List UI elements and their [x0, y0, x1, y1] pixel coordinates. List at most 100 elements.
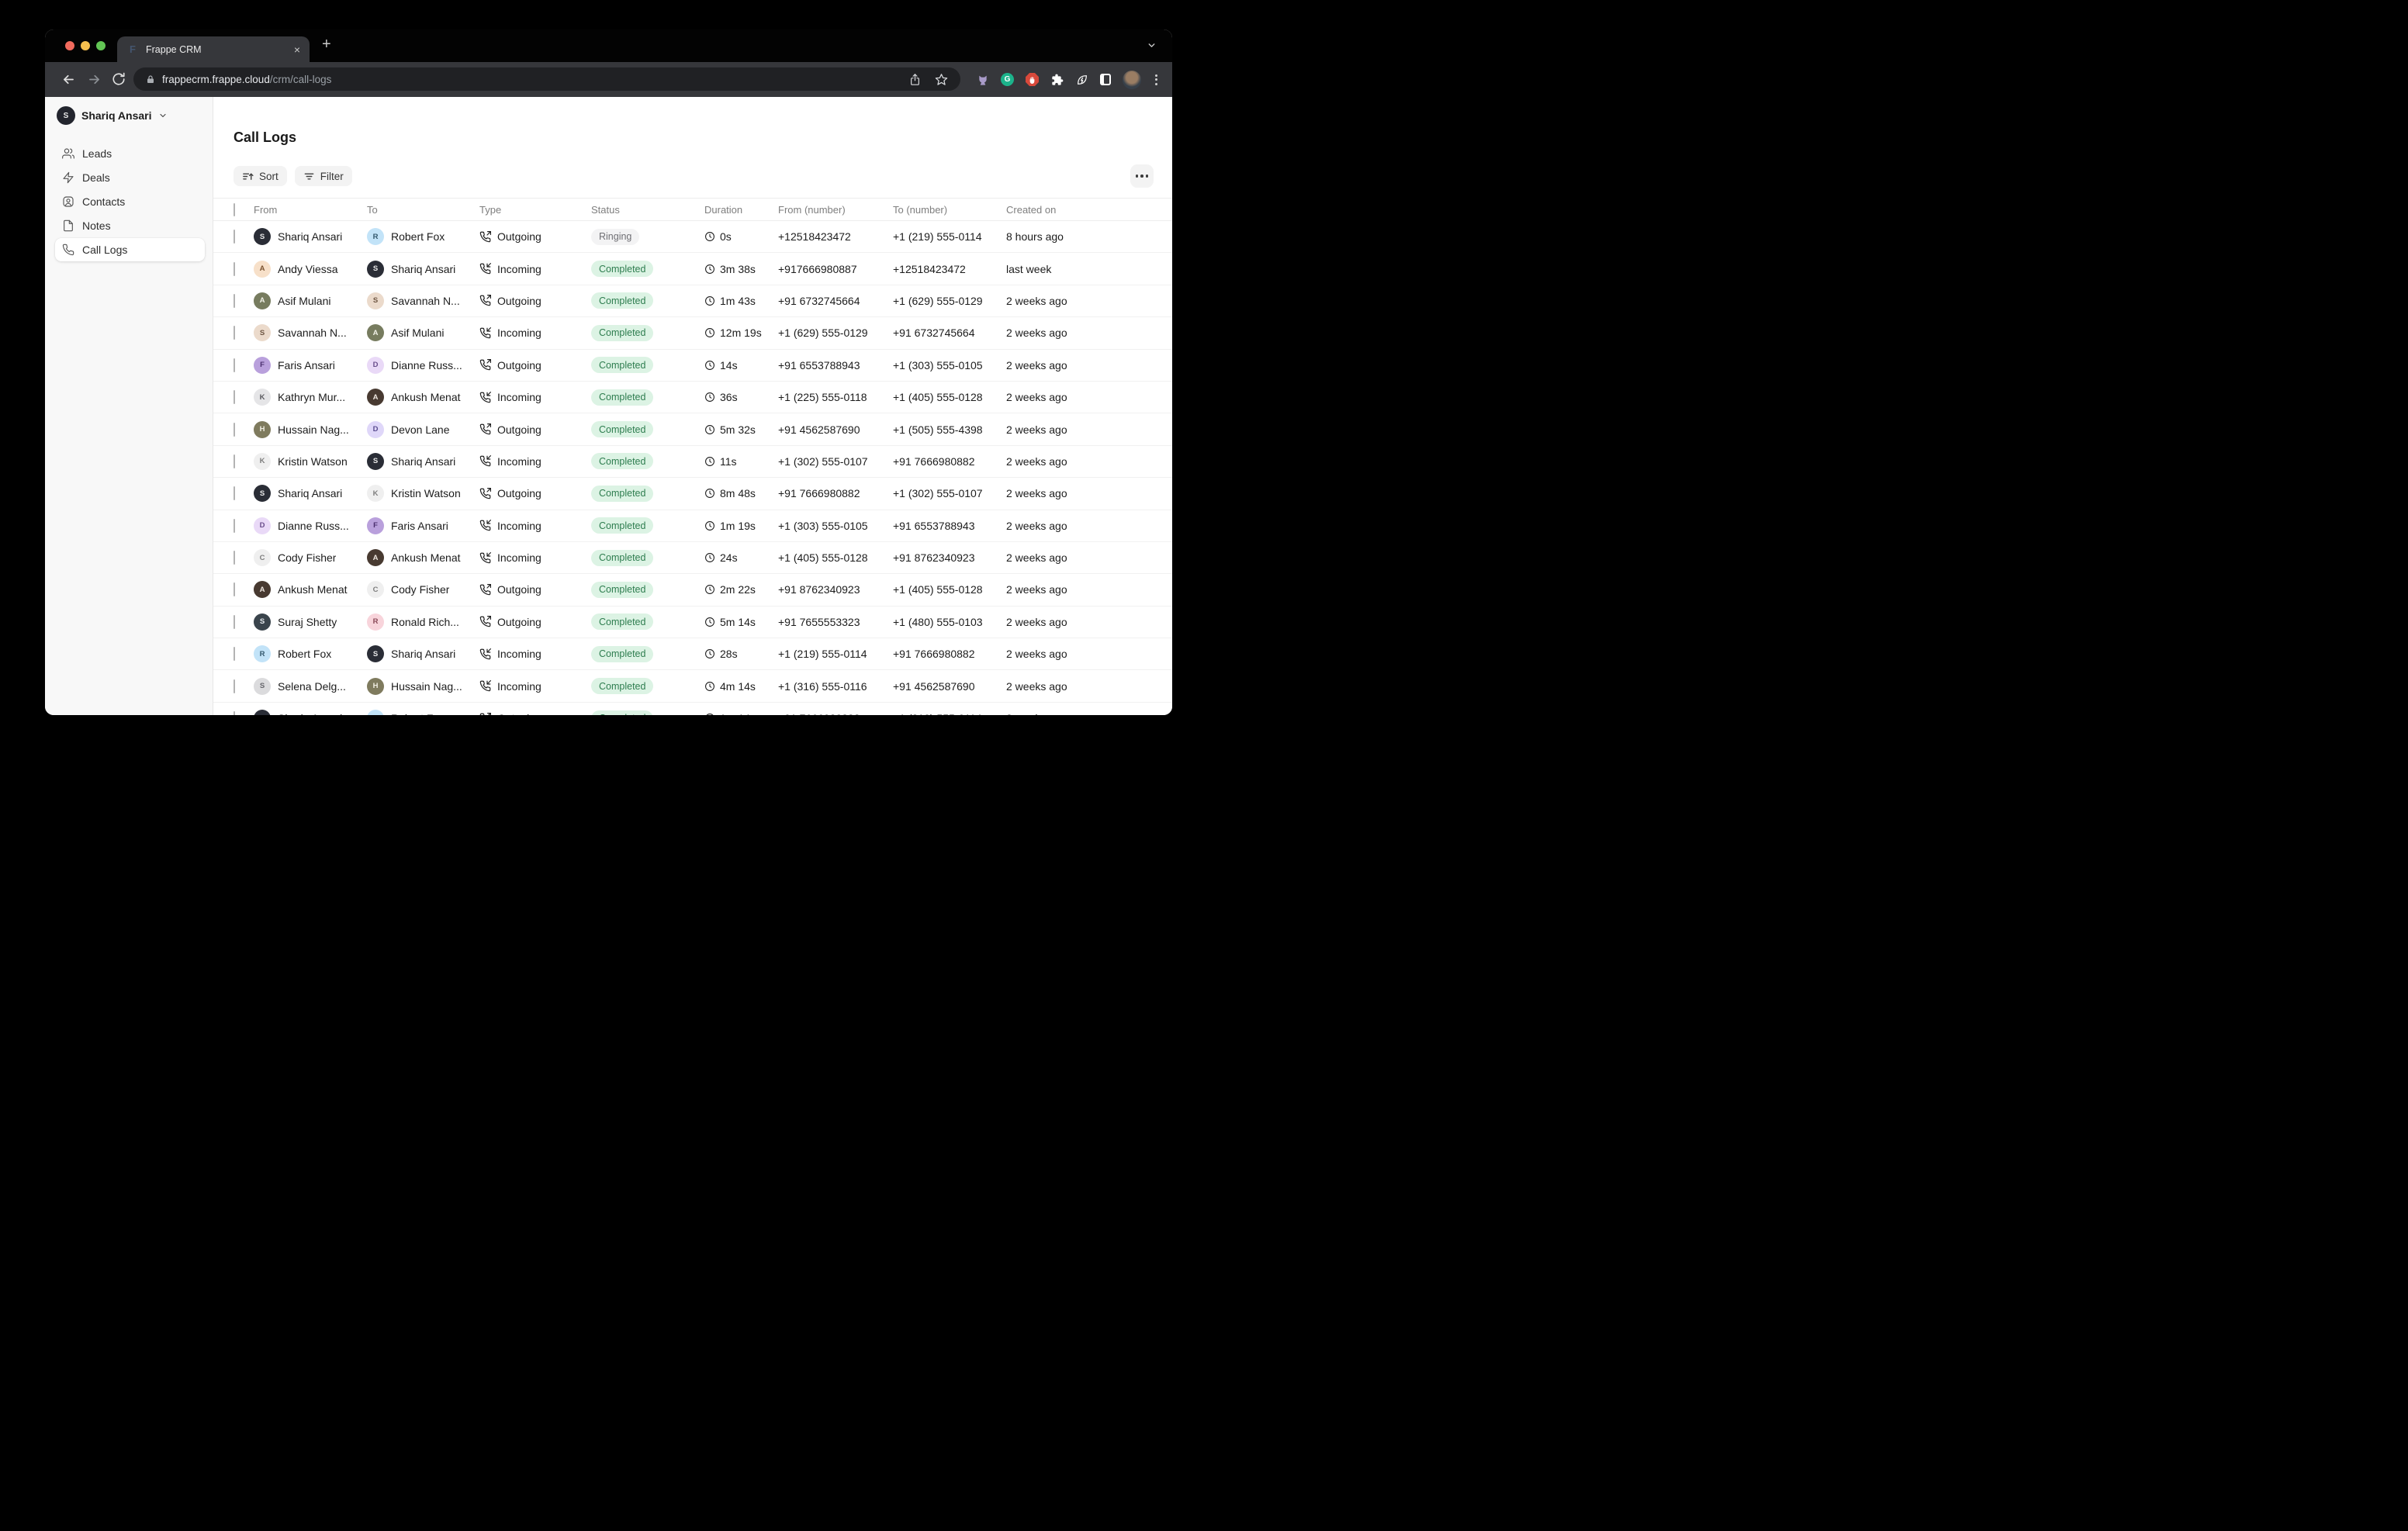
- row-checkbox[interactable]: [234, 615, 235, 629]
- sidebar-item-call-logs[interactable]: Call Logs: [55, 238, 205, 261]
- duration: 2m 22s: [720, 583, 756, 596]
- avatar: S: [254, 485, 271, 502]
- sidebar-item-deals[interactable]: Deals: [55, 166, 205, 189]
- to-number: +91 6553788943: [893, 520, 1006, 532]
- table-row[interactable]: RRobert Fox SShariq Ansari Incoming Comp…: [213, 638, 1172, 670]
- sort-button[interactable]: Sort: [234, 166, 287, 186]
- table-row[interactable]: DDianne Russ... FFaris Ansari Incoming C…: [213, 510, 1172, 542]
- from-name: Cody Fisher: [278, 551, 336, 564]
- duration: 5m 14s: [720, 616, 756, 628]
- filter-button[interactable]: Filter: [295, 166, 352, 186]
- extensions-puzzle-icon[interactable]: [1050, 73, 1064, 86]
- table-row[interactable]: AAsif Mulani SSavannah N... Outgoing Com…: [213, 285, 1172, 317]
- to-number: +91 6732745664: [893, 327, 1006, 339]
- row-checkbox[interactable]: [234, 486, 235, 500]
- from-number: +12518423472: [778, 230, 893, 243]
- row-checkbox[interactable]: [234, 582, 235, 596]
- call-type: Outgoing: [497, 616, 541, 628]
- sidebar-item-notes[interactable]: Notes: [55, 214, 205, 237]
- back-button[interactable]: [61, 72, 76, 87]
- table-row[interactable]: SShariq Ansari RRobert Fox Outgoing Ring…: [213, 221, 1172, 253]
- call-type: Incoming: [497, 520, 541, 532]
- table-row[interactable]: SSelena Delg... HHussain Nag... Incoming…: [213, 670, 1172, 702]
- status-badge: Completed: [591, 261, 653, 277]
- row-checkbox[interactable]: [234, 711, 235, 715]
- duration: 5m 32s: [720, 423, 756, 436]
- phone-incoming-icon: [479, 648, 491, 660]
- tab-search-chevron-icon[interactable]: [1147, 40, 1157, 50]
- phone-incoming-icon: [479, 680, 491, 692]
- share-icon[interactable]: [909, 73, 921, 86]
- cat-extension-icon[interactable]: [976, 73, 989, 86]
- to-number: +1 (303) 555-0105: [893, 359, 1006, 372]
- to-number: +91 7666980882: [893, 648, 1006, 660]
- select-all-checkbox[interactable]: [234, 203, 235, 216]
- duration: 1m 19s: [720, 520, 756, 532]
- table-row[interactable]: SShariq Ansari KKristin Watson Outgoing …: [213, 478, 1172, 510]
- clock-icon: [704, 456, 715, 467]
- table-row[interactable]: HHussain Nag... DDevon Lane Outgoing Com…: [213, 413, 1172, 445]
- row-checkbox[interactable]: [234, 519, 235, 533]
- row-checkbox[interactable]: [234, 647, 235, 661]
- table-row[interactable]: SSuraj Shetty RRonald Rich... Outgoing C…: [213, 607, 1172, 638]
- address-bar[interactable]: frappecrm.frappe.cloud/crm/call-logs: [133, 67, 960, 91]
- window-minimize-button[interactable]: [81, 41, 90, 50]
- more-options-button[interactable]: [1130, 164, 1154, 188]
- browser-tab[interactable]: F Frappe CRM ×: [117, 36, 310, 62]
- browser-menu-icon[interactable]: [1153, 74, 1160, 85]
- row-checkbox[interactable]: [234, 390, 235, 404]
- sidebar-item-leads[interactable]: Leads: [55, 142, 205, 165]
- table-row[interactable]: CCody Fisher AAnkush Menat Incoming Comp…: [213, 542, 1172, 574]
- table-row[interactable]: AAndy Viessa SShariq Ansari Incoming Com…: [213, 253, 1172, 285]
- table-row[interactable]: SSavannah N... AAsif Mulani Incoming Com…: [213, 317, 1172, 349]
- table-row[interactable]: SShariq Ansari RRobert Fox Outgoing Comp…: [213, 703, 1172, 715]
- duration: 3m 38s: [720, 263, 756, 275]
- created-on: 2 weeks ago: [1006, 520, 1154, 532]
- row-checkbox[interactable]: [234, 230, 235, 244]
- user-menu[interactable]: S Shariq Ansari: [55, 106, 205, 125]
- status-badge: Ringing: [591, 229, 639, 245]
- row-checkbox[interactable]: [234, 551, 235, 565]
- call-type: Incoming: [497, 455, 541, 468]
- phone-incoming-icon: [479, 552, 491, 564]
- row-checkbox[interactable]: [234, 358, 235, 372]
- avatar: A: [367, 389, 384, 406]
- sidebar-item-contacts[interactable]: Contacts: [55, 190, 205, 213]
- browser-profile-avatar[interactable]: [1123, 71, 1141, 89]
- column-header: From (number): [778, 204, 893, 216]
- tab-close-icon[interactable]: ×: [294, 44, 300, 55]
- row-checkbox[interactable]: [234, 454, 235, 468]
- reload-button[interactable]: [112, 72, 126, 86]
- reading-list-extension-icon[interactable]: [1100, 74, 1111, 85]
- sidebar-nav: LeadsDealsContactsNotesCall Logs: [55, 142, 205, 261]
- bookmark-star-icon[interactable]: [935, 73, 948, 86]
- table-row[interactable]: KKristin Watson SShariq Ansari Incoming …: [213, 446, 1172, 478]
- avatar: F: [254, 357, 271, 374]
- energy-leaf-extension-icon[interactable]: [1075, 73, 1088, 86]
- status-badge: Completed: [591, 710, 653, 715]
- avatar: K: [254, 453, 271, 470]
- row-checkbox[interactable]: [234, 294, 235, 308]
- from-name: Kristin Watson: [278, 455, 348, 468]
- status-badge: Completed: [591, 517, 653, 534]
- new-tab-button[interactable]: +: [322, 36, 331, 54]
- row-checkbox[interactable]: [234, 326, 235, 340]
- row-checkbox[interactable]: [234, 262, 235, 276]
- clock-icon: [704, 264, 715, 275]
- table-row[interactable]: AAnkush Menat CCody Fisher Outgoing Comp…: [213, 574, 1172, 606]
- forward-button[interactable]: [87, 72, 102, 87]
- row-checkbox[interactable]: [234, 679, 235, 693]
- row-checkbox[interactable]: [234, 423, 235, 437]
- call-type: Incoming: [497, 391, 541, 403]
- adblock-extension-icon[interactable]: [1026, 73, 1039, 86]
- grammarly-extension-icon[interactable]: G: [1001, 73, 1014, 86]
- table-row[interactable]: FFaris Ansari DDianne Russ... Outgoing C…: [213, 350, 1172, 382]
- avatar: C: [367, 581, 384, 598]
- table-row[interactable]: KKathryn Mur... AAnkush Menat Incoming C…: [213, 382, 1172, 413]
- created-on: 2 weeks ago: [1006, 487, 1154, 499]
- from-name: Faris Ansari: [278, 359, 335, 372]
- window-zoom-button[interactable]: [96, 41, 106, 50]
- avatar: H: [254, 421, 271, 438]
- column-header: Duration: [704, 204, 778, 216]
- window-close-button[interactable]: [65, 41, 74, 50]
